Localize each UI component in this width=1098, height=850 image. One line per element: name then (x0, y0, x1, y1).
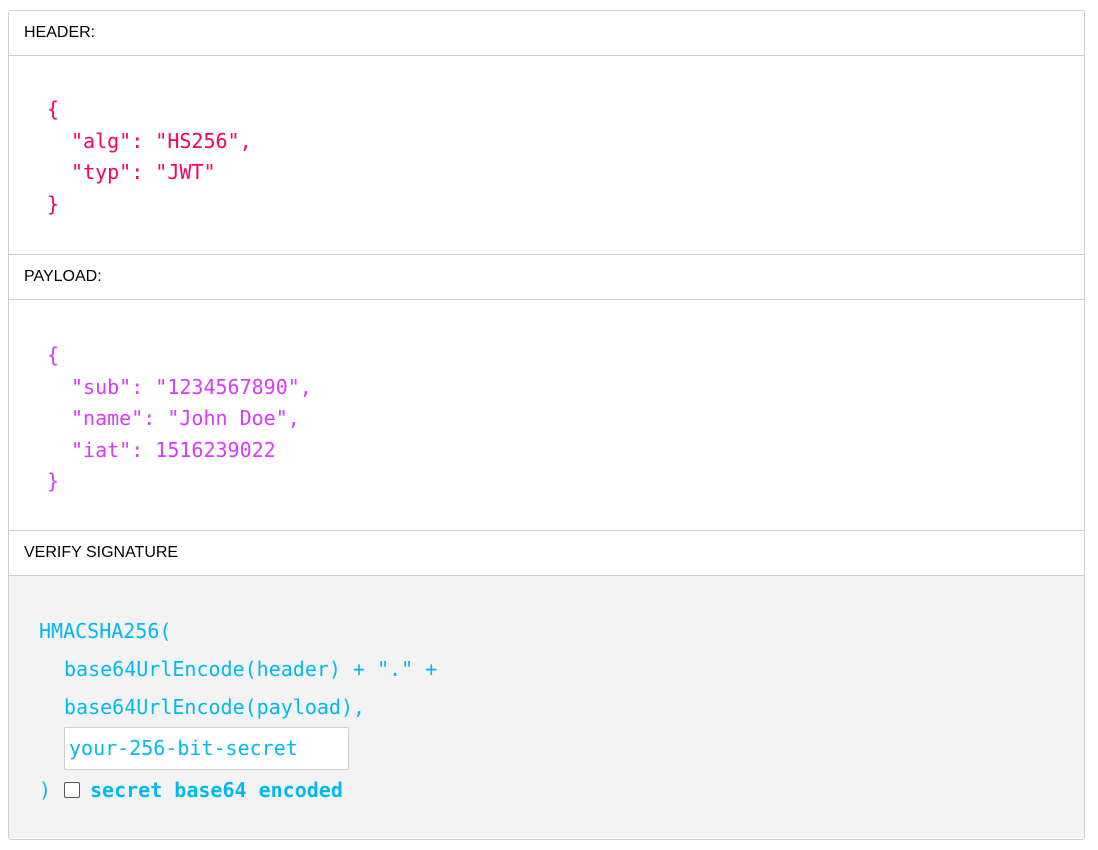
verify-section-title: VERIFY SIGNATURE (9, 531, 1084, 576)
close-row: ) secret base64 encoded (39, 770, 1084, 810)
payload-json-editor[interactable]: { "sub": "1234567890", "name": "John Doe… (9, 300, 1084, 531)
header-alg-line: "alg": "HS256", (71, 128, 252, 153)
secret-row (39, 726, 1084, 770)
header-encode-line: base64UrlEncode(header) + "." + (64, 657, 438, 681)
decoded-panel: HEADER: { "alg": "HS256", "typ": "JWT" }… (8, 10, 1085, 840)
payload-iat-line: "iat": 1516239022 (71, 437, 276, 462)
verify-signature-body: HMACSHA256( base64UrlEncode(header) + ".… (9, 576, 1084, 838)
header-open-brace: { (47, 97, 60, 121)
hmac-function-open: HMACSHA256( (39, 619, 172, 643)
secret-base64-label[interactable]: secret base64 encoded (90, 778, 343, 802)
payload-encode-line: base64UrlEncode(payload), (64, 695, 366, 719)
payload-section-title: PAYLOAD: (9, 255, 1084, 300)
header-close-brace: } (47, 191, 60, 216)
header-typ-line: "typ": "JWT" (71, 160, 216, 184)
header-section-title: HEADER: (9, 11, 1084, 56)
secret-base64-checkbox[interactable] (64, 782, 80, 798)
header-json-editor[interactable]: { "alg": "HS256", "typ": "JWT" } (9, 56, 1084, 255)
hmac-close-paren: ) (39, 778, 52, 802)
secret-input[interactable] (64, 726, 349, 770)
payload-close-brace: } (47, 469, 60, 493)
payload-sub-line: "sub": "1234567890", (71, 374, 312, 399)
payload-open-brace: { (47, 343, 60, 367)
payload-name-line: "name": "John Doe", (71, 406, 300, 430)
